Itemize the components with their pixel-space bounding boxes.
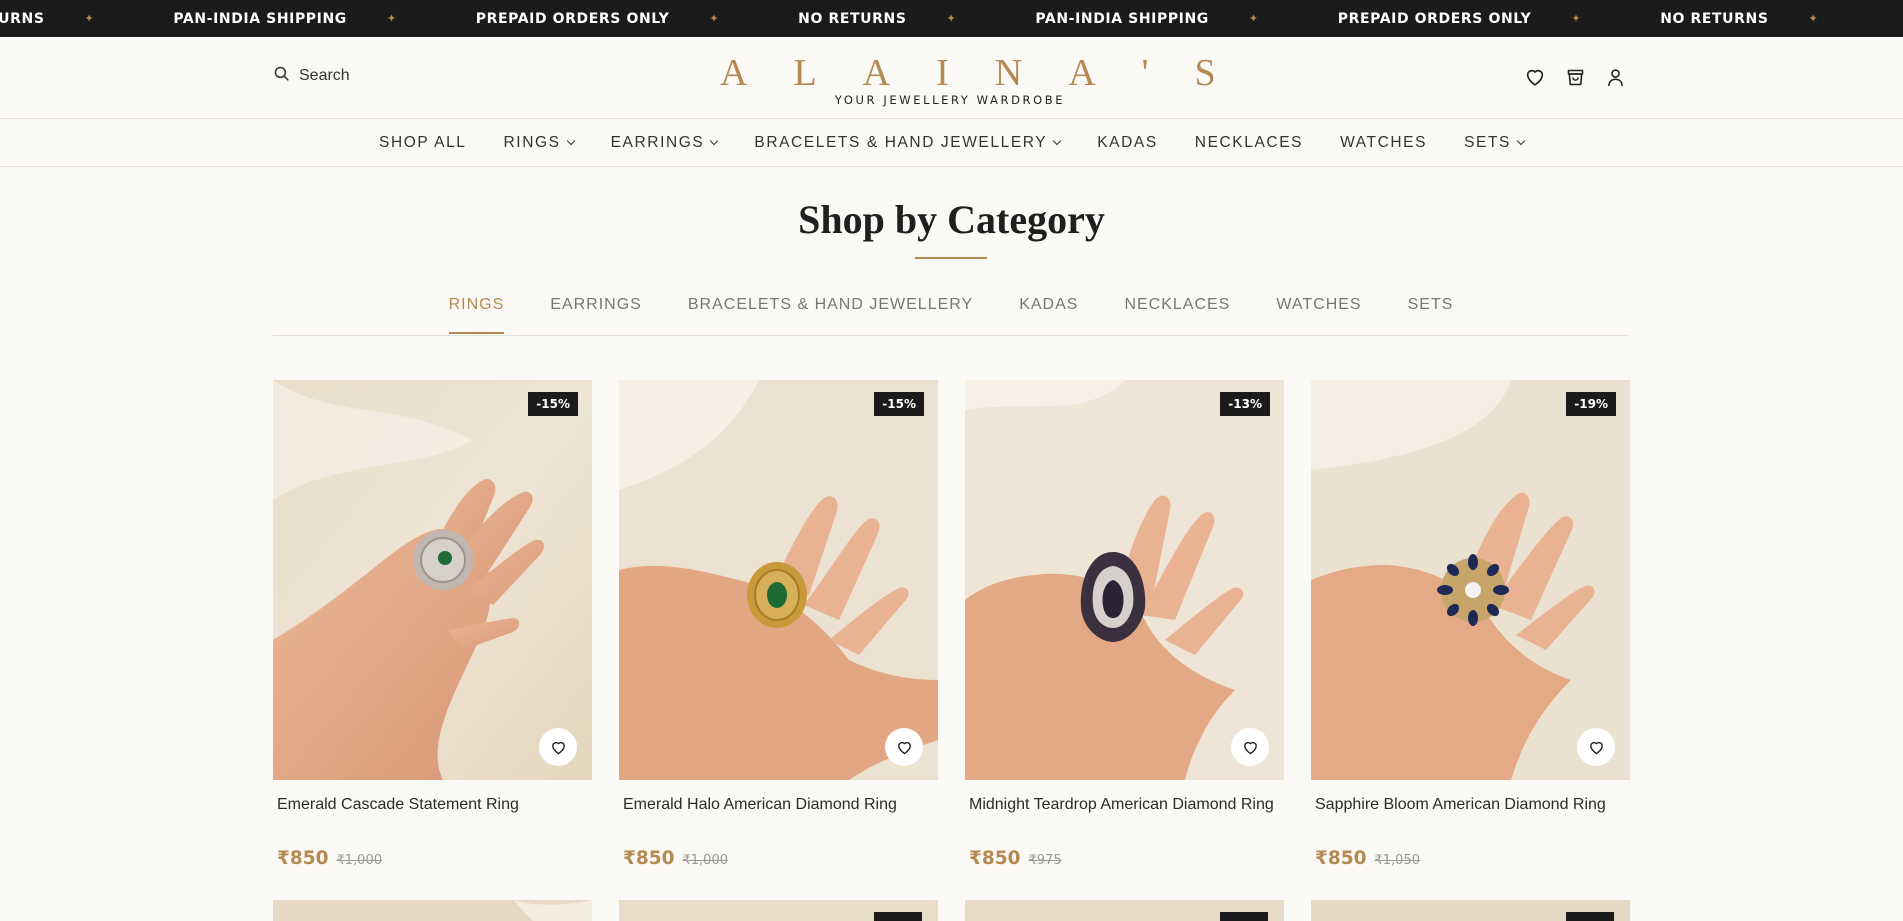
product-card[interactable]: -19% Sapphire Bloom American Diamond Rin… (1311, 380, 1630, 869)
nav-necklaces[interactable]: NECKLACES (1195, 134, 1303, 152)
announcement-item: NO RETURNS ✦ (1660, 10, 1819, 27)
heart-icon (897, 741, 911, 754)
price-row: ₹850 ₹1,050 (1311, 848, 1630, 869)
announcement-track: TURNS✦ PAN-INDIA SHIPPING✦ PREPAID ORDER… (0, 0, 1897, 37)
nav-shop-all[interactable]: SHOP ALL (379, 134, 466, 152)
product-price: ₹850 (277, 848, 329, 869)
chevron-down-icon (1052, 136, 1062, 146)
heart-icon (551, 741, 565, 754)
tab-watches[interactable]: WATCHES (1276, 290, 1361, 336)
search-icon (273, 65, 290, 86)
product-price: ₹850 (623, 848, 675, 869)
product-image[interactable]: -19% (1311, 380, 1630, 780)
sparkle-icon: ✦ (84, 12, 95, 25)
site-header: Search ALAINA'S YOUR JEWELLERY WARDROBE (0, 37, 1903, 119)
nav-earrings[interactable]: EARRINGS (611, 134, 719, 152)
heart-icon (1243, 741, 1257, 754)
nav-sets[interactable]: SETS (1464, 134, 1526, 152)
heart-icon (1589, 741, 1603, 754)
sparkle-icon: ✦ (709, 12, 720, 25)
chevron-down-icon (1516, 136, 1526, 146)
sparkle-icon: ✦ (386, 12, 397, 25)
announcement-item: PAN-INDIA SHIPPING ✦ (1035, 10, 1259, 27)
logo[interactable]: ALAINA'S YOUR JEWELLERY WARDROBE (680, 51, 1220, 107)
tab-earrings[interactable]: EARRINGS (550, 290, 642, 336)
compare-price: ₹1,050 (1374, 853, 1421, 868)
product-image[interactable]: -15% (619, 380, 938, 780)
product-image[interactable]: -15% (273, 380, 592, 780)
tab-kadas[interactable]: KADAS (1019, 290, 1078, 336)
product-name[interactable]: Midnight Teardrop American Diamond Ring (965, 794, 1284, 848)
sparkle-icon: ✦ (946, 12, 957, 25)
price-row: ₹850 ₹1,000 (273, 848, 592, 869)
search-button[interactable]: Search (273, 65, 350, 86)
announcement-item: PREPAID ORDERS ONLY ✦ (1337, 10, 1582, 27)
section-title: Shop by Category (798, 197, 1105, 242)
announcement-bar: TURNS✦ PAN-INDIA SHIPPING✦ PREPAID ORDER… (0, 0, 1903, 37)
search-label: Search (299, 66, 350, 84)
sparkle-icon: ✦ (1248, 12, 1259, 25)
product-name[interactable]: Sapphire Bloom American Diamond Ring (1311, 794, 1630, 848)
product-name[interactable]: Emerald Cascade Statement Ring (273, 794, 592, 848)
title-underline (915, 257, 987, 259)
product-grid: -15% Emerald Cascade Statement Ring ₹850… (273, 380, 1630, 869)
product-card[interactable]: -13% Midnight Teardrop American Diamond … (965, 380, 1284, 869)
discount-badge: -19% (1566, 392, 1616, 416)
discount-badge: -15% (528, 392, 578, 416)
product-price: ₹850 (969, 848, 1021, 869)
user-icon (1607, 68, 1623, 86)
sparkle-icon: ✦ (1571, 12, 1582, 25)
add-to-wishlist-button[interactable] (1231, 728, 1269, 766)
product-image[interactable] (273, 900, 592, 921)
category-tabs: RINGS EARRINGS BRACELETS & HAND JEWELLER… (273, 290, 1629, 336)
logo-name: ALAINA'S (720, 52, 1262, 94)
sparkle-icon: ✦ (1808, 12, 1819, 25)
compare-price: ₹1,000 (336, 853, 383, 868)
tab-necklaces[interactable]: NECKLACES (1124, 290, 1230, 336)
chevron-down-icon (710, 136, 719, 146)
product-image[interactable] (965, 900, 1284, 921)
price-row: ₹850 ₹975 (965, 848, 1284, 869)
account-button[interactable] (1603, 65, 1627, 89)
discount-badge: -13% (1220, 392, 1270, 416)
announcement-item: TURNS✦ (0, 10, 95, 27)
tab-sets[interactable]: SETS (1408, 290, 1454, 336)
wishlist-button[interactable] (1523, 65, 1547, 89)
product-grid-next-row (273, 900, 1630, 921)
add-to-wishlist-button[interactable] (539, 728, 577, 766)
nav-rings[interactable]: RINGS (504, 134, 575, 152)
nav-kadas[interactable]: KADAS (1097, 134, 1158, 152)
product-card[interactable]: -15% Emerald Cascade Statement Ring ₹850… (273, 380, 592, 869)
chevron-down-icon (566, 136, 575, 146)
logo-tagline: YOUR JEWELLERY WARDROBE (834, 93, 1066, 107)
discount-badge: -15% (874, 392, 924, 416)
tab-bracelets[interactable]: BRACELETS & HAND JEWELLERY (688, 290, 973, 336)
product-name[interactable]: Emerald Halo American Diamond Ring (619, 794, 938, 848)
add-to-wishlist-button[interactable] (1577, 728, 1615, 766)
price-row: ₹850 ₹1,000 (619, 848, 938, 869)
compare-price: ₹975 (1028, 853, 1062, 868)
bag-icon (1567, 69, 1583, 85)
nav-bracelets[interactable]: BRACELETS & HAND JEWELLERY (754, 134, 1062, 152)
announcement-item: PREPAID ORDERS ONLY ✦ (475, 10, 720, 27)
product-image[interactable] (1311, 900, 1630, 921)
tab-rings[interactable]: RINGS (448, 290, 505, 336)
product-price: ₹850 (1315, 848, 1367, 869)
product-card[interactable]: -15% Emerald Halo American Diamond Ring … (619, 380, 938, 869)
cart-button[interactable] (1563, 65, 1587, 89)
add-to-wishlist-button[interactable] (885, 728, 923, 766)
product-image[interactable]: -13% (965, 380, 1284, 780)
nav-watches[interactable]: WATCHES (1340, 134, 1427, 152)
main-nav: SHOP ALL RINGS EARRINGS BRACELETS & HAND… (0, 120, 1903, 167)
product-image[interactable] (619, 900, 938, 921)
announcement-item: NO RETURNS ✦ (798, 10, 957, 27)
compare-price: ₹1,000 (682, 853, 729, 868)
heart-icon (1526, 69, 1544, 86)
header-actions (1523, 65, 1627, 89)
announcement-item: PAN-INDIA SHIPPING ✦ (173, 10, 397, 27)
